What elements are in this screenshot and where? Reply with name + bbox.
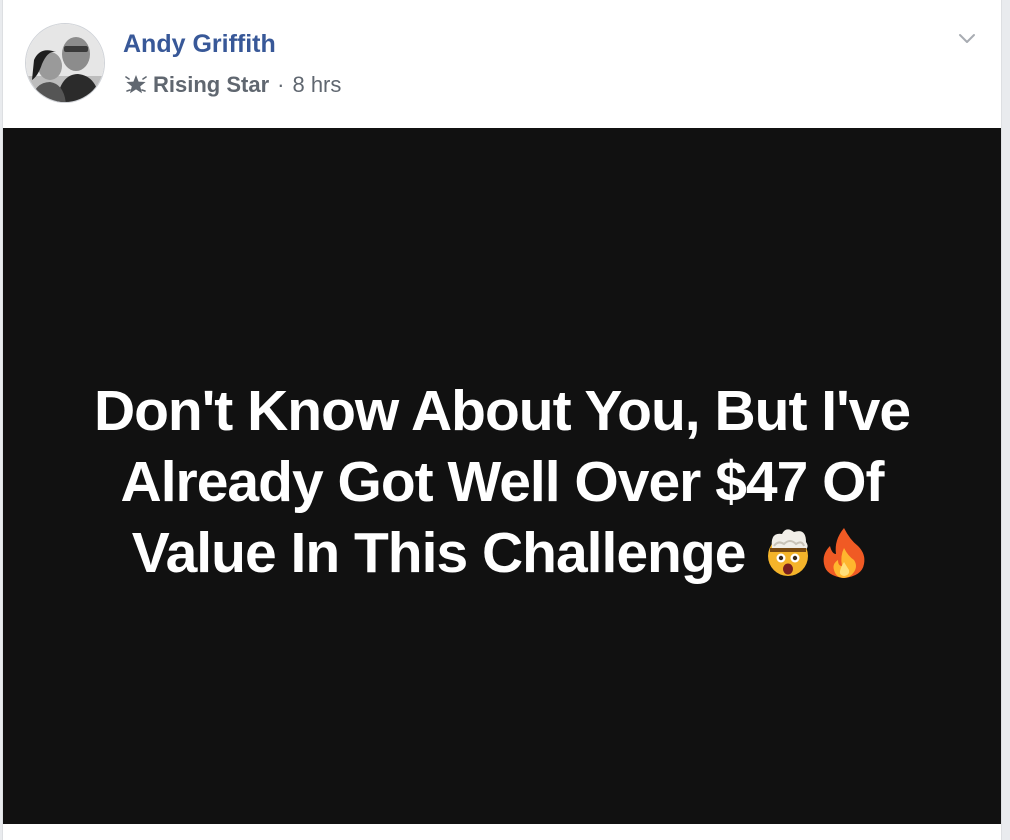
rising-star-badge-icon [125, 75, 147, 94]
badge-label: Rising Star [153, 72, 270, 97]
fire-emoji [823, 527, 865, 578]
post-meta: Rising Star · 8 hrs [123, 70, 341, 100]
avatar[interactable] [25, 23, 105, 103]
post-card: Andy Griffith Rising Star · 8 hrs Don't … [2, 0, 1002, 840]
post-header: Andy Griffith Rising Star · 8 hrs [3, 0, 1001, 128]
post-media-image[interactable]: Don't Know About You, But I've Already G… [3, 128, 1001, 824]
author-name[interactable]: Andy Griffith [123, 30, 276, 59]
media-text-line-2: Already Got Well Over $47 Of [120, 449, 885, 514]
exploding-head-emoji [768, 528, 809, 576]
media-text: Don't Know About You, But I've Already G… [52, 376, 952, 589]
media-text-line-1: Don't Know About You, But I've [93, 378, 911, 443]
media-text-line-3: Value In This Challenge [52, 518, 952, 589]
avatar-photo [26, 24, 104, 102]
media-text-line-3-text: Value In This Challenge [131, 520, 747, 585]
post-timestamp[interactable]: 8 hrs [292, 72, 341, 98]
post-footer [3, 824, 1001, 840]
chevron-down-icon[interactable] [955, 26, 979, 50]
meta-separator: · [277, 72, 285, 97]
